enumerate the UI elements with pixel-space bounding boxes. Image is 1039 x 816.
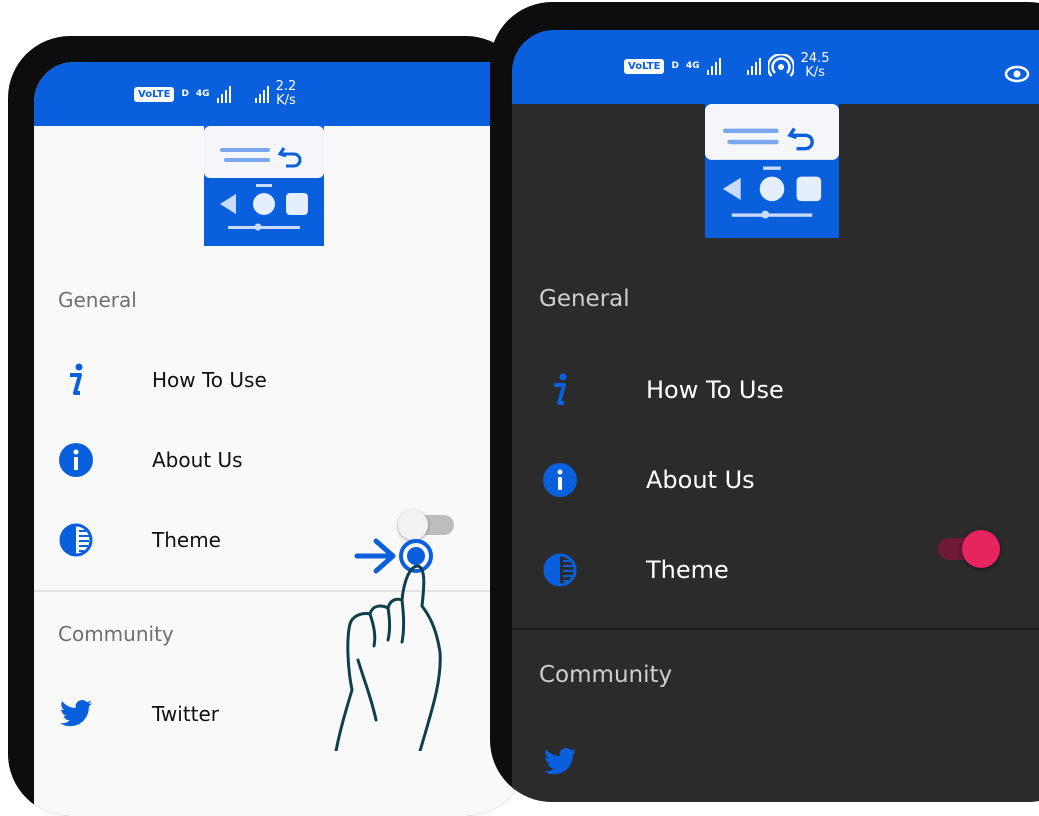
pointing-hand-icon [334, 564, 442, 751]
gesture-overlay [334, 538, 442, 751]
arrow-right-icon [354, 538, 396, 574]
